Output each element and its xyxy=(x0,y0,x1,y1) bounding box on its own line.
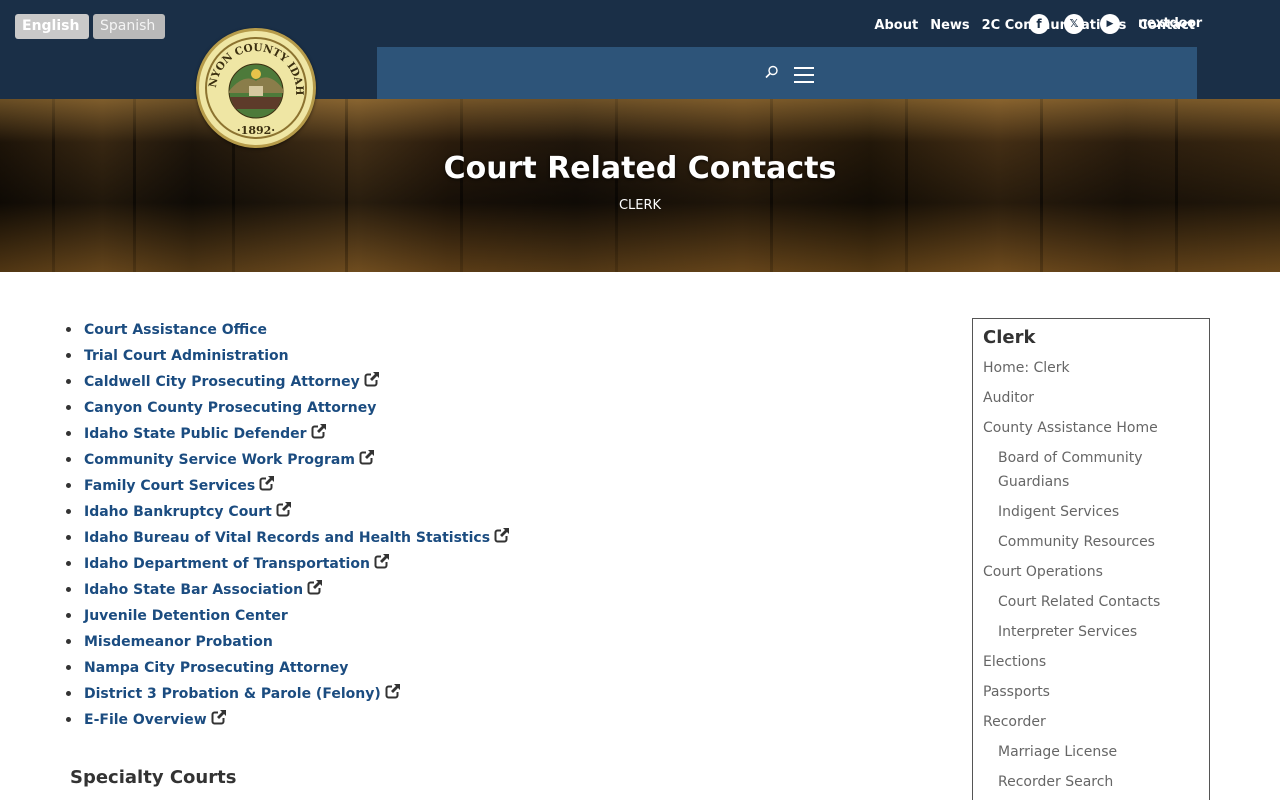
county-seal-logo[interactable]: CANYON COUNTY IDAHO ·1892· xyxy=(196,28,316,148)
hero-banner: Court Related Contacts CLERK xyxy=(0,99,1280,272)
list-item: Idaho Bureau of Vital Records and Health… xyxy=(64,526,584,552)
list-item: Community Service Work Program xyxy=(64,448,584,474)
list-item: Idaho State Bar Association xyxy=(64,578,584,604)
external-link-icon xyxy=(259,475,276,491)
external-link-icon xyxy=(385,683,401,699)
contact-link[interactable]: Community Service Work Program xyxy=(84,452,355,468)
sidebar-title: Clerk xyxy=(983,327,1036,348)
search-icon[interactable] xyxy=(765,65,779,79)
page-subtitle: CLERK xyxy=(618,198,662,213)
external-link-icon xyxy=(311,423,327,439)
main-nav-bar xyxy=(377,47,1197,99)
contact-link[interactable]: Idaho Bankruptcy Court xyxy=(84,504,272,520)
list-item: Juvenile Detention Center xyxy=(64,604,584,630)
external-link-icon xyxy=(211,709,227,725)
court-contacts-list: Court Assistance Office Trial Court Admin… xyxy=(64,318,584,734)
external-link-icon xyxy=(307,579,324,595)
list-item: Misdemeanor Probation xyxy=(64,630,584,656)
contact-link[interactable]: Canyon County Prosecuting Attorney xyxy=(84,400,376,416)
menu-hamburger-icon[interactable] xyxy=(794,67,814,83)
list-item: Idaho Department of Transportation xyxy=(64,552,584,578)
contact-link[interactable]: Idaho Department of Transportation xyxy=(84,556,370,572)
sidebar-item[interactable]: Recorder xyxy=(983,710,1199,734)
list-item: Nampa City Prosecuting Attorney xyxy=(64,656,584,682)
contact-link[interactable]: Idaho State Bar Association xyxy=(84,582,303,598)
list-item: Caldwell City Prosecuting Attorney xyxy=(64,370,584,396)
list-item: Canyon County Prosecuting Attorney xyxy=(64,396,584,422)
page-title: Court Related Contacts xyxy=(443,151,837,186)
sidebar-item[interactable]: Court Related Contacts xyxy=(983,590,1199,614)
list-item: Idaho Bankruptcy Court xyxy=(64,500,584,526)
youtube-icon[interactable]: ▶ xyxy=(1100,14,1120,34)
external-link-icon xyxy=(374,553,390,569)
sidebar-item[interactable]: Interpreter Services xyxy=(983,620,1199,644)
list-item: E-File Overview xyxy=(64,708,584,734)
list-item: Court Assistance Office xyxy=(64,318,584,344)
english-language-button[interactable]: English xyxy=(15,14,89,39)
contact-link[interactable]: Idaho Bureau of Vital Records and Health… xyxy=(84,530,490,546)
sidebar-item[interactable]: Auditor xyxy=(983,386,1199,410)
sidebar-item[interactable]: Passports xyxy=(983,680,1199,704)
x-twitter-icon[interactable]: 𝕏 xyxy=(1064,14,1084,34)
specialty-courts-heading: Specialty Courts xyxy=(70,767,237,788)
contact-link[interactable]: Trial Court Administration xyxy=(84,348,289,364)
sidebar-item[interactable]: County Assistance Home xyxy=(983,416,1199,440)
contact-link[interactable]: Family Court Services xyxy=(84,478,255,494)
list-item: Idaho State Public Defender xyxy=(64,422,584,448)
nav-about-link[interactable]: About xyxy=(874,18,918,33)
sidebar-item[interactable]: Recorder Search xyxy=(983,770,1199,794)
clerk-sidebar: Clerk Home: Clerk Auditor County Assistanc… xyxy=(972,318,1210,800)
list-item: Trial Court Administration xyxy=(64,344,584,370)
external-link-icon xyxy=(276,501,292,517)
external-link-icon xyxy=(364,371,380,387)
contact-link[interactable]: Nampa City Prosecuting Attorney xyxy=(84,660,348,676)
facebook-icon[interactable]: f xyxy=(1029,14,1049,34)
sidebar-item[interactable]: Indigent Services xyxy=(983,500,1199,524)
list-item: Family Court Services xyxy=(64,474,584,500)
contact-link[interactable]: Caldwell City Prosecuting Attorney xyxy=(84,374,360,390)
contact-link[interactable]: Court Assistance Office xyxy=(84,322,267,338)
sidebar-item[interactable]: Court Operations xyxy=(983,560,1199,584)
contact-link[interactable]: E-File Overview xyxy=(84,712,207,728)
sidebar-item[interactable]: Home: Clerk xyxy=(983,356,1199,380)
spanish-language-button[interactable]: Spanish xyxy=(93,14,165,39)
external-link-icon xyxy=(494,527,511,543)
contact-link[interactable]: Juvenile Detention Center xyxy=(84,608,288,624)
sidebar-item[interactable]: Board of Community Guardians xyxy=(983,446,1199,494)
nav-news-link[interactable]: News xyxy=(930,18,969,33)
external-link-icon xyxy=(359,449,375,465)
sidebar-item[interactable]: Elections xyxy=(983,650,1199,674)
list-item: District 3 Probation & Parole (Felony) xyxy=(64,682,584,708)
nextdoor-link[interactable]: nextdoor xyxy=(1138,16,1202,31)
sidebar-item[interactable]: Marriage License xyxy=(983,740,1199,764)
contact-link[interactable]: Misdemeanor Probation xyxy=(84,634,273,650)
svg-text:·1892·: ·1892· xyxy=(237,124,275,137)
sidebar-item[interactable]: Community Resources xyxy=(983,530,1199,554)
contact-link[interactable]: Idaho State Public Defender xyxy=(84,426,307,442)
site-header: English Spanish About News 2C Communicat… xyxy=(0,0,1280,99)
contact-link[interactable]: District 3 Probation & Parole (Felony) xyxy=(84,686,381,702)
